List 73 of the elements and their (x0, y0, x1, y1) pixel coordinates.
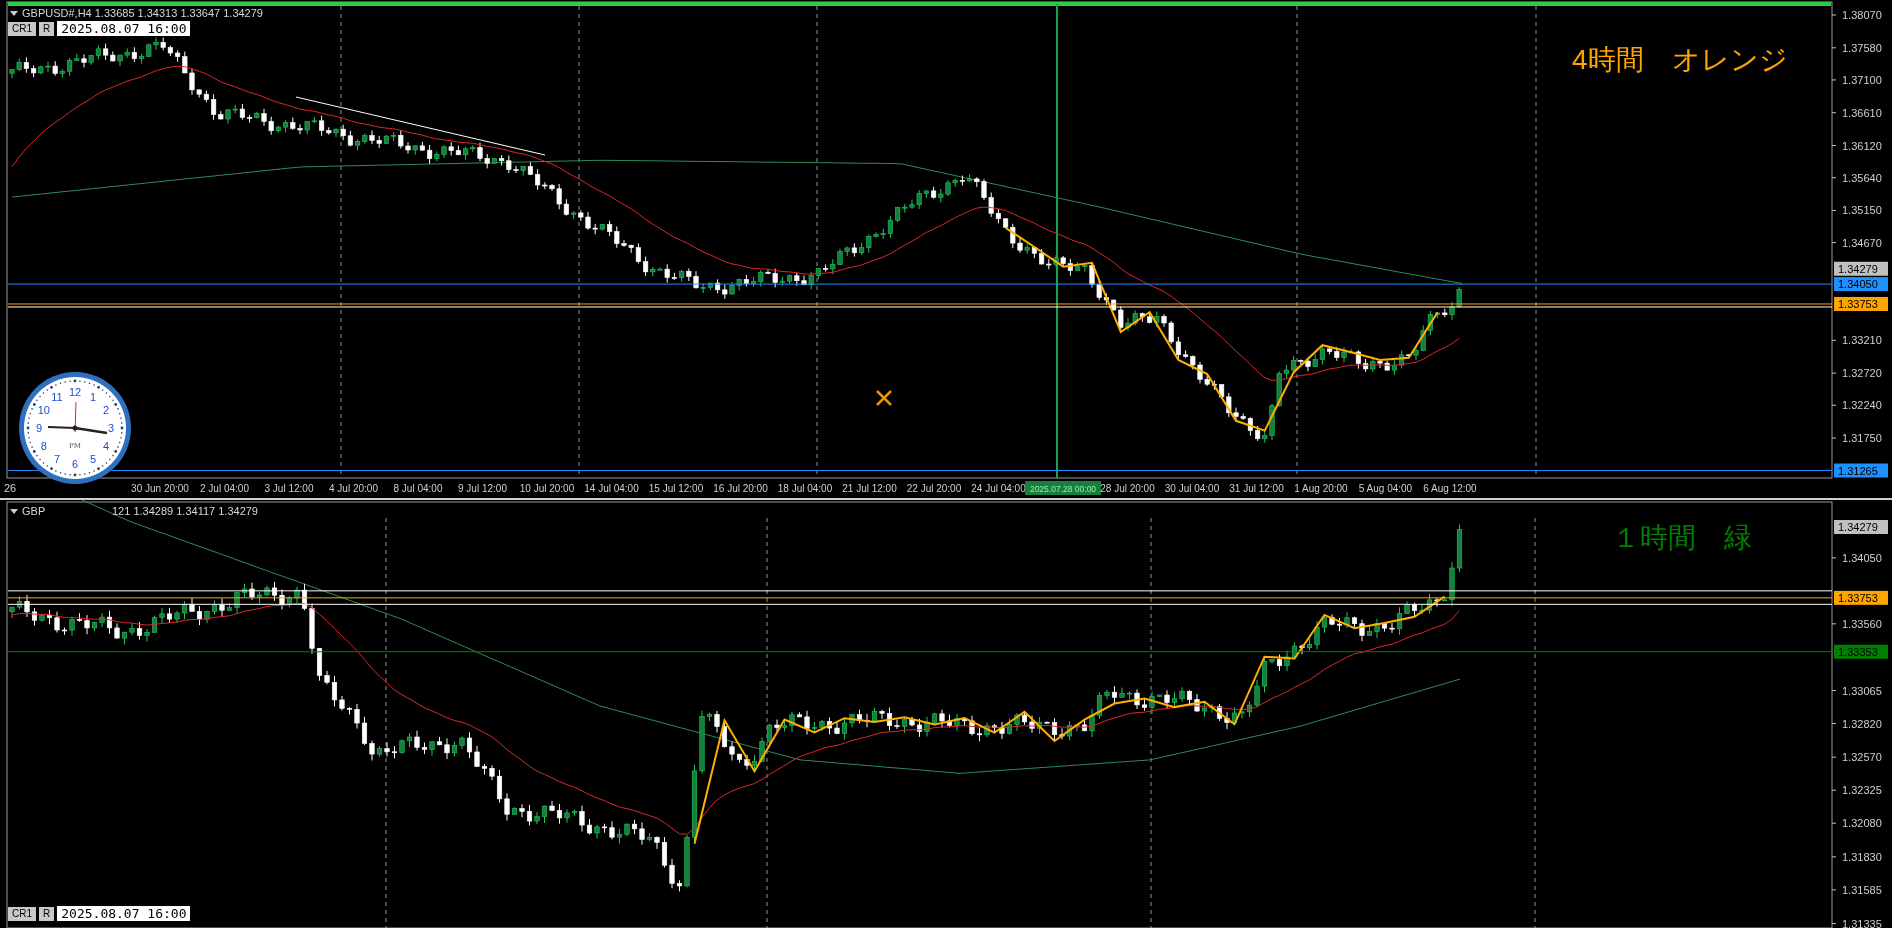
clock-numeral: 5 (89, 453, 97, 466)
price-tag: 1.34279 (1834, 261, 1888, 276)
price-label: 1.32820 (1842, 717, 1882, 730)
chart-header: 121 1.34289 1.34117 1.34279 (112, 505, 258, 517)
clock-numeral: 6 (71, 458, 79, 470)
price-tag: 1.33753 (1834, 297, 1888, 311)
price-label: 1.35150 (1842, 204, 1882, 217)
price-label: 1.31585 (1842, 883, 1882, 896)
time-label: 2 Jul 04:00 (200, 483, 249, 494)
time-label: 3 Jul 12:00 (264, 483, 314, 494)
time-label: 5 Aug 04:00 (1358, 483, 1413, 494)
price-tag: 1.33353 (1834, 644, 1888, 659)
date-field[interactable]: 2025.08.07 16:00 (57, 21, 191, 36)
price-label: 1.33210 (1842, 334, 1882, 347)
clock-numeral: 12 (68, 386, 82, 398)
price-label: 1.31830 (1842, 850, 1882, 863)
price-label: 1.36120 (1842, 139, 1882, 152)
price-tag: 1.33753 (1834, 590, 1888, 605)
time-label: 30 Jul 04:00 (1164, 483, 1220, 494)
time-label: 18 Jul 04:00 (777, 483, 833, 494)
price-label: 1.32720 (1842, 367, 1882, 380)
time-label: 16 Jul 20:00 (713, 483, 768, 494)
price-label: 1.32325 (1842, 784, 1882, 797)
toolbar-button[interactable]: R (39, 906, 55, 921)
price-label: 1.32240 (1842, 399, 1882, 412)
time-label: 6 Aug 12:00 (1423, 483, 1477, 494)
clock-numeral: 7 (53, 453, 61, 466)
clock-numeral: 8 (40, 440, 47, 452)
price-label: 1.37580 (1842, 41, 1882, 54)
chart-header: GBP (22, 505, 46, 517)
date-field[interactable]: 2025.08.07 16:00 (57, 906, 191, 921)
time-label: 2025.07.28 00:00 (1025, 481, 1101, 495)
timeframe-label: １時間 緑 (1612, 522, 1752, 554)
clock-numeral: 9 (35, 422, 43, 434)
time-label: 22 Jul 20:00 (906, 483, 962, 494)
price-label: 1.33560 (1842, 617, 1882, 630)
clock-numeral: 10 (37, 404, 50, 416)
price-label: 1.32570 (1842, 751, 1882, 764)
price-label: 1.37100 (1842, 73, 1882, 86)
chart-header: GBPUSD#,H4 1.33685 1.34313 1.33647 1.34279 (22, 7, 263, 19)
time-label: 10 Jul 20:00 (519, 483, 575, 494)
clock-numeral: 4 (103, 440, 110, 452)
price-label: 1.33065 (1842, 684, 1882, 697)
price-label: 1.35640 (1842, 171, 1882, 184)
time-label: 15 Jul 12:00 (648, 483, 704, 494)
time-label: 14 Jul 04:00 (584, 483, 639, 494)
clock-numeral: 11 (51, 390, 63, 403)
price-label: 1.31750 (1842, 432, 1882, 445)
time-label: 1 Aug 20:00 (1294, 483, 1348, 494)
clock-numeral: 1 (89, 390, 97, 403)
timeframe-label: 4時間 オレンジ (1572, 44, 1788, 76)
time-label: 31 Jul 12:00 (1229, 483, 1284, 494)
price-label: 1.31335 (1842, 917, 1882, 928)
price-tag: 1.34279 (1834, 520, 1888, 534)
toolbar-button[interactable]: CR1 (8, 906, 36, 921)
time-label: 8 Jul 04:00 (393, 483, 443, 494)
price-label: 1.34050 (1842, 551, 1882, 564)
price-tag: 1.34050 (1834, 277, 1888, 292)
time-label: 26 (4, 482, 17, 494)
toolbar-button[interactable]: CR1 (8, 21, 36, 36)
clock-numeral: 3 (107, 422, 115, 434)
price-label: 1.38070 (1842, 9, 1882, 21)
time-label: 24 Jul 04:00 (971, 483, 1026, 494)
time-label: 21 Jul 12:00 (842, 483, 897, 494)
price-label: 1.32080 (1842, 817, 1882, 830)
price-label: 1.36610 (1842, 106, 1882, 119)
toolbar-button[interactable]: R (39, 21, 55, 36)
price-label: 1.34670 (1842, 236, 1882, 249)
time-label: 4 Jul 20:00 (329, 483, 378, 494)
price-tag: 1.31265 (1834, 463, 1888, 478)
time-label: 30 Jun 20:00 (131, 483, 189, 494)
time-label: 9 Jul 12:00 (458, 483, 507, 494)
clock-numeral: 2 (103, 404, 110, 416)
